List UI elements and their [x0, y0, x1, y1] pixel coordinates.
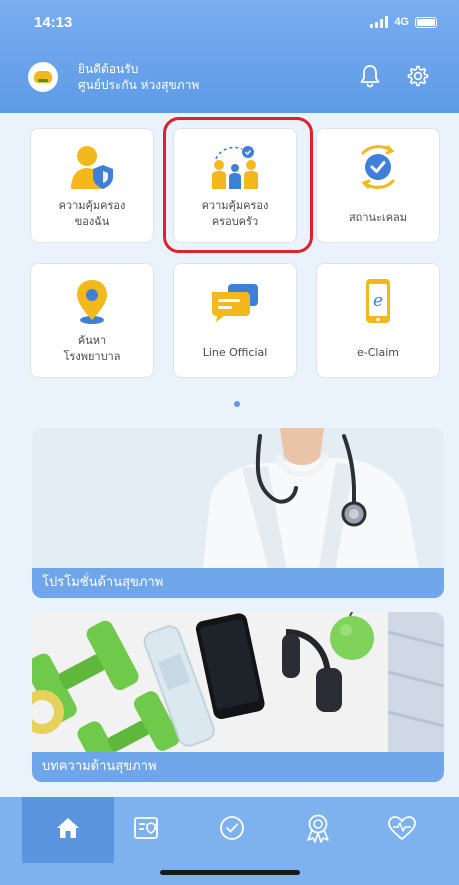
chat-bubble-icon [208, 278, 262, 326]
brand-logo [28, 62, 58, 92]
heart-pulse-icon [387, 815, 417, 845]
bell-icon[interactable] [356, 62, 384, 90]
highlight-outline [163, 117, 313, 253]
menu-label: e-Claim [357, 346, 399, 359]
check-circle-icon [218, 814, 246, 846]
person-shield-icon [65, 143, 119, 191]
signal-icon [370, 16, 389, 28]
nav-health[interactable] [356, 797, 448, 863]
battery-icon [415, 16, 437, 28]
home-icon [55, 816, 81, 844]
welcome-text: ยินดีต้อนรับ ศูนย์ประกัน ห่วงสุขภาพ [78, 61, 199, 93]
menu-label: Line Official [202, 346, 268, 359]
app-header: 14:13 4G ยินดีต้อนรับ ศูนย์ประกัน ห่วงสุ… [0, 0, 459, 113]
status-right: 4G [370, 16, 437, 28]
banner-caption: โปรโมชั่นด้านสุขภาพ [32, 568, 444, 598]
menu-find-hospital[interactable]: ค้นหา โรงพยาบาล [30, 263, 154, 378]
status-bar: 14:13 4G [0, 14, 459, 38]
phone-e-icon: e [351, 278, 405, 326]
promo-banner[interactable]: โปรโมชั่นด้านสุขภาพ [32, 428, 444, 598]
menu-label: ความคุ้มครอง [58, 199, 126, 212]
article-banner[interactable]: บทความด้านสุขภาพ [32, 612, 444, 782]
menu-label: โรงพยาบาล [63, 350, 121, 363]
page-indicator-dot [234, 401, 240, 407]
welcome-line-1: ยินดีต้อนรับ [78, 62, 139, 76]
menu-label: ของฉัน [74, 215, 110, 228]
menu-line-official[interactable]: Line Official [173, 263, 297, 378]
nav-policy[interactable] [100, 797, 192, 863]
network-label: 4G [394, 16, 409, 28]
gear-icon[interactable] [404, 62, 432, 90]
menu-label: สถานะเคลม [348, 211, 408, 224]
svg-text:e: e [373, 291, 383, 311]
menu-grid: ความคุ้มครอง ของฉัน ความคุ้มครอง ครอบครั… [30, 117, 444, 378]
welcome-line-2: ศูนย์ประกัน ห่วงสุขภาพ [78, 78, 200, 92]
app-screen: 14:13 4G ยินดีต้อนรับ ศูนย์ประกัน ห่วงสุ… [0, 0, 459, 885]
location-pin-icon [65, 278, 119, 326]
home-indicator [160, 870, 300, 875]
menu-claim-status[interactable]: สถานะเคลม [316, 128, 440, 243]
status-time: 14:13 [34, 14, 73, 31]
menu-my-coverage[interactable]: ความคุ้มครอง ของฉัน [30, 128, 154, 243]
policy-card-icon [132, 815, 160, 845]
nav-rewards[interactable] [272, 797, 364, 863]
brand-row: ยินดีต้อนรับ ศูนย์ประกัน ห่วงสุขภาพ [28, 58, 438, 98]
nav-claim-status[interactable] [186, 797, 278, 863]
menu-label: ค้นหา [77, 334, 107, 347]
award-badge-icon [304, 813, 332, 847]
banner-caption: บทความด้านสุขภาพ [32, 752, 444, 782]
menu-e-claim[interactable]: e e-Claim [316, 263, 440, 378]
check-circle-icon [351, 143, 405, 191]
